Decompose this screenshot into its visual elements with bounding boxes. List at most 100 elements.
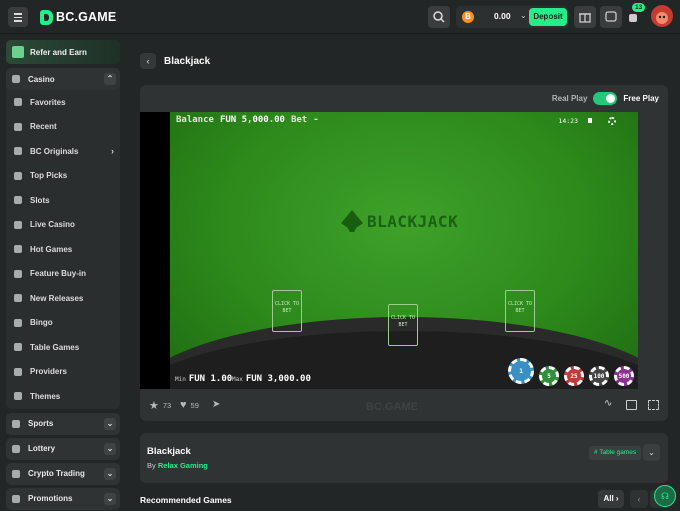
sidebar-item-feature-buy-in[interactable]: Feature Buy-in (6, 262, 120, 287)
crypto-icon (12, 469, 20, 478)
star-icon: ★ (149, 400, 159, 412)
chip-100[interactable]: 100 (589, 366, 609, 386)
by-prefix: By (147, 461, 156, 470)
chevron-left-icon: ‹ (637, 494, 641, 504)
deposit-button[interactable]: Deposit (529, 8, 567, 26)
chip-25[interactable]: 25 (564, 366, 584, 386)
sidebar-item-label: BC Originals (30, 146, 79, 156)
tag-table-games[interactable]: # Table games (589, 446, 642, 460)
mute-icon[interactable] (588, 117, 598, 124)
balance-label: Balance (176, 115, 214, 125)
game-frame[interactable]: Balance FUN 5,000.00 Bet - 14:23 BLACKJA… (140, 112, 638, 389)
sidebar-item-recent[interactable]: Recent (6, 115, 120, 140)
settings-gear-icon[interactable] (608, 117, 616, 125)
game-clock: 14:23 (558, 117, 578, 125)
crypto-label: Crypto Trading (28, 469, 85, 478)
bet-spot-left[interactable]: CLICK TO BET (272, 290, 302, 332)
menu-icon[interactable] (8, 7, 28, 27)
search-button[interactable] (428, 6, 450, 28)
sidebar-item-label: Top Picks (30, 171, 68, 181)
support-button[interactable]: ☊ (654, 485, 676, 507)
chat-icon (605, 11, 617, 22)
all-button[interactable]: All › (598, 490, 624, 508)
bet-spot-right[interactable]: CLICK TO BET (505, 290, 535, 332)
chip-1[interactable]: 1 (508, 358, 534, 384)
live-icon (14, 220, 22, 229)
sidebar-item-hot-games[interactable]: Hot Games (6, 237, 120, 262)
sidebar-item-label: Feature Buy-in (30, 269, 87, 279)
refer-and-earn[interactable]: Refer and Earn (6, 40, 120, 64)
theater-mode-icon[interactable] (626, 400, 637, 410)
casino-group: Casino ⌃ Favorites Recent BC Originals › … (6, 68, 120, 409)
watermark: BC.GAME (366, 401, 418, 413)
chip-500[interactable]: 500 (614, 366, 634, 386)
chevron-up-icon[interactable]: ⌃ (104, 73, 116, 85)
stats-icon[interactable]: ∿ (604, 398, 615, 409)
favorite-button[interactable]: ♥ 59 (180, 399, 199, 411)
sidebar-item-bc-originals[interactable]: BC Originals › (6, 139, 120, 164)
sidebar-item-casino[interactable]: Casino ⌃ (6, 68, 120, 90)
promotions-label: Promotions (28, 494, 73, 503)
sidebar-item-label: New Releases (30, 293, 84, 303)
sidebar-item-crypto-trading[interactable]: Crypto Trading ⌄ (6, 462, 120, 485)
fullscreen-icon[interactable] (648, 400, 659, 410)
balance-value: 0.00 (494, 11, 511, 21)
sidebar-item-bingo[interactable]: Bingo (6, 311, 120, 336)
gift-button[interactable] (574, 6, 596, 28)
bet-label: Bet (290, 115, 308, 125)
real-play-label: Real Play (551, 94, 588, 103)
sidebar-item-label: Providers (30, 367, 67, 377)
play-mode-toggle[interactable] (593, 92, 618, 105)
game-footer: ★ 73 ♥ 59 ➤ BC.GAME ∿ (140, 389, 668, 421)
game-controls: 14:23 (558, 117, 616, 125)
sidebar-item-themes[interactable]: Themes (6, 384, 120, 409)
sidebar-item-table-games[interactable]: Table Games (6, 335, 120, 360)
sidebar-item-sports[interactable]: Sports ⌄ (6, 412, 120, 435)
likes-count: 73 (162, 401, 172, 410)
sidebar-item-top-picks[interactable]: Top Picks (6, 164, 120, 189)
sidebar-item-favorites[interactable]: Favorites (6, 90, 120, 115)
expand-button[interactable]: ⌄ (643, 444, 660, 461)
bet-spot-center[interactable]: CLICK TO BET (388, 304, 418, 346)
clock-icon (14, 122, 22, 131)
chevron-down-icon[interactable]: ⌄ (104, 417, 116, 430)
sidebar-item-live-casino[interactable]: Live Casino (6, 213, 120, 238)
chevron-down-icon[interactable]: ⌄ (104, 442, 116, 455)
sports-label: Sports (28, 419, 54, 428)
avatar[interactable] (651, 5, 673, 27)
casino-icon (12, 75, 20, 83)
page-title: Blackjack (164, 56, 211, 67)
like-button[interactable]: ★ 73 (149, 399, 171, 412)
sidebar-item-lottery[interactable]: Lottery ⌄ (6, 437, 120, 460)
sidebar-item-new-releases[interactable]: New Releases (6, 286, 120, 311)
chevron-down-icon[interactable]: ⌄ (104, 467, 116, 480)
refer-label: Refer and Earn (30, 47, 87, 57)
sidebar-item-label: Favorites (30, 97, 66, 107)
bet-value: - (313, 115, 319, 125)
bitcoin-icon: B (462, 11, 474, 23)
sports-icon (12, 419, 20, 428)
feature-icon (14, 269, 22, 278)
sidebar-item-label: Bingo (30, 318, 53, 328)
provider-link[interactable]: Relax Gaming (158, 461, 208, 470)
share-button[interactable]: ➤ (212, 399, 220, 410)
back-button[interactable]: ‹ (140, 53, 156, 69)
blackjack-table[interactable]: Balance FUN 5,000.00 Bet - 14:23 BLACKJA… (170, 112, 638, 389)
star-icon (14, 98, 22, 107)
prev-button[interactable]: ‹ (630, 490, 648, 508)
sidebar-item-providers[interactable]: Providers (6, 360, 120, 385)
sidebar-item-slots[interactable]: Slots (6, 188, 120, 213)
logo[interactable]: BC.GAME (40, 9, 116, 25)
wallet[interactable]: B 0.00 ⌄ Deposit (456, 6, 568, 28)
chevron-down-icon[interactable]: ⌄ (520, 11, 527, 20)
chat-button[interactable] (600, 6, 622, 28)
free-play-label: Free Play (623, 94, 659, 103)
max-value: FUN 3,000.00 (245, 374, 311, 384)
themes-icon (14, 392, 22, 401)
chevron-down-icon[interactable]: ⌄ (104, 492, 116, 505)
min-value: FUN 1.00 (188, 374, 233, 384)
chip-5[interactable]: 5 (539, 366, 559, 386)
chevron-right-icon[interactable]: › (111, 146, 114, 156)
recommended-title: Recommended Games (140, 495, 232, 505)
sidebar-item-promotions[interactable]: Promotions ⌄ (6, 487, 120, 510)
